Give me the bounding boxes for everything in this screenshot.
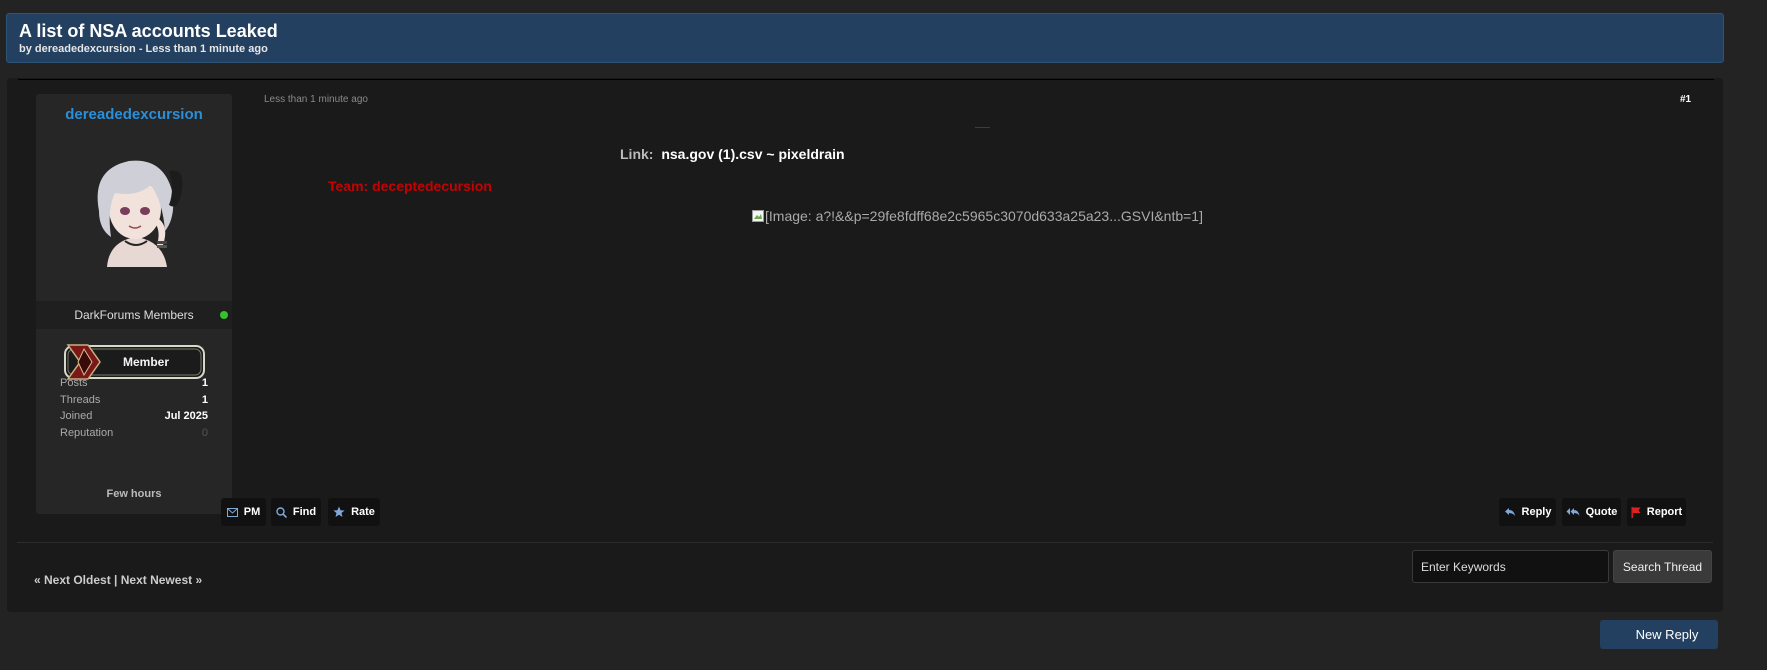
quote-button[interactable]: Quote [1562,498,1621,526]
flag-icon [1631,506,1641,518]
stat-value-threads: 1 [201,394,208,406]
broken-image-alt: [Image: a?!&&p=29fe8fdff68e2c5965c3070d6… [765,208,1203,224]
stat-value-posts: 1 [201,377,208,389]
avatar[interactable] [77,149,195,267]
member-badge-text: Member [123,355,169,369]
next-oldest-link[interactable]: « Next Oldest [34,573,111,587]
link-label: Link: [620,146,654,162]
stat-label-joined: Joined [60,410,93,422]
pager-separator: | [114,573,118,587]
post-number-link[interactable]: #1 [1680,94,1691,105]
download-link[interactable]: nsa.gov (1).csv ~ pixeldrain [661,146,844,162]
thread-pager: « Next Oldest | Next Newest » [34,573,202,587]
stat-value-reputation[interactable]: 0 [202,427,208,439]
new-reply-button[interactable]: New Reply [1600,620,1718,649]
stat-value-joined: Jul 2025 [164,410,208,422]
broken-image: [Image: a?!&&p=29fe8fdff68e2c5965c3070d6… [752,208,1203,224]
thread-header: A list of NSA accounts Leaked by dereade… [6,13,1724,63]
thread-title: A list of NSA accounts Leaked [19,21,278,41]
rate-button-label: Rate [351,506,375,518]
pm-button[interactable]: PM [221,498,266,526]
user-group-label: DarkForums Members [74,308,194,322]
quote-button-label: Quote [1585,506,1618,518]
reply-button-label: Reply [1521,506,1552,518]
thread-subtitle[interactable]: by dereadedexcursion - Less than 1 minut… [19,43,268,55]
red-dash [975,127,990,128]
post-panel: dereadedexcursion DarkForums Members Mem… [7,78,1723,612]
post-link-line: Link: nsa.gov (1).csv ~ pixeldrain [620,146,845,162]
divider [17,542,1713,543]
stat-footer: Few hours [106,488,162,500]
star-icon [333,506,345,517]
search-thread-input[interactable] [1412,550,1609,583]
rate-button[interactable]: Rate [328,498,380,526]
stat-label-posts: Posts [60,377,88,389]
user-group-bar: DarkForums Members [36,301,232,329]
author-username[interactable]: dereadedexcursion [36,106,232,123]
report-button-label: Report [1646,506,1683,518]
find-button-label: Find [292,506,317,518]
search-icon [276,506,287,518]
post-date: Less than 1 minute ago [264,94,368,105]
pm-button-label: PM [243,506,261,518]
search-thread-button[interactable]: Search Thread [1613,550,1712,583]
report-button[interactable]: Report [1627,498,1686,526]
stat-label-threads: Threads [60,394,101,406]
next-newest-link[interactable]: Next Newest » [121,573,202,587]
divider [18,79,1714,80]
reply-icon [1504,508,1515,516]
quote-icon [1566,508,1580,516]
author-box: dereadedexcursion DarkForums Members Mem… [36,94,232,514]
online-status-icon [220,311,228,319]
broken-image-icon [752,210,764,222]
reply-button[interactable]: Reply [1499,498,1556,526]
find-button[interactable]: Find [271,498,321,526]
team-line: Team: deceptedecursion [328,178,492,194]
stat-label-reputation: Reputation [60,427,114,439]
envelope-icon [226,507,238,517]
